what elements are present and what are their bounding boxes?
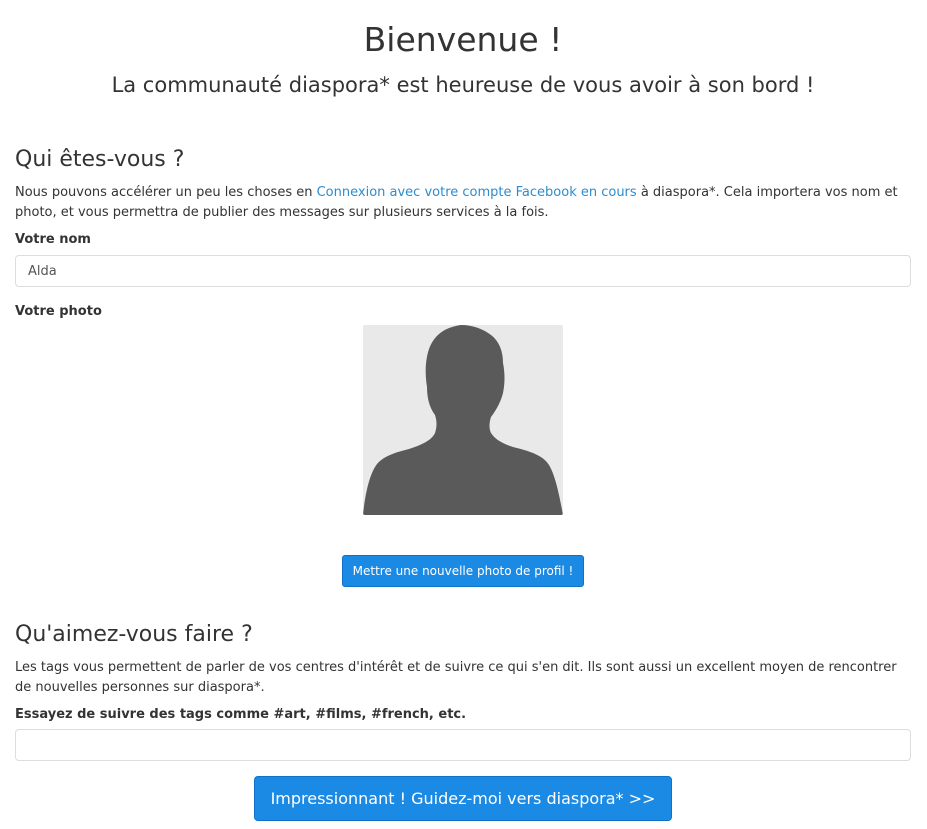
description-text-before: Nous pouvons accélérer un peu les choses… [15,185,317,200]
getting-started-page: Bienvenue ! La communauté diaspora* est … [15,0,911,821]
facebook-connect-link[interactable]: Connexion avec votre compte Facebook en … [317,185,637,200]
tags-label: Essayez de suivre des tags comme #art, #… [15,707,467,722]
submit-row: Impressionnant ! Guidez-moi vers diaspor… [15,776,911,821]
continue-button[interactable]: Impressionnant ! Guidez-moi vers diaspor… [253,776,673,821]
interests-section: Qu'aimez-vous faire ? Les tags vous perm… [15,620,911,761]
interests-title: Qu'aimez-vous faire ? [15,622,253,647]
avatar-silhouette-icon [363,325,563,515]
upload-photo-button[interactable]: Mettre une nouvelle photo de profil ! [341,555,585,587]
name-label: Votre nom [15,232,91,247]
upload-row: Mettre une nouvelle photo de profil ! [15,555,911,587]
profile-photo [363,325,563,515]
who-are-you-title: Qui êtes-vous ? [15,147,185,172]
photo-label: Votre photo [15,304,102,319]
name-input[interactable] [15,255,911,287]
page-title: Bienvenue ! [363,20,563,59]
page-subtitle: La communauté diaspora* est heureuse de … [111,73,815,97]
interests-description: Les tags vous permettent de parler de vo… [15,660,897,695]
tags-input[interactable] [15,729,911,761]
who-are-you-description: Nous pouvons accélérer un peu les choses… [15,183,911,223]
who-are-you-section: Qui êtes-vous ? Nous pouvons accélérer u… [15,145,911,587]
